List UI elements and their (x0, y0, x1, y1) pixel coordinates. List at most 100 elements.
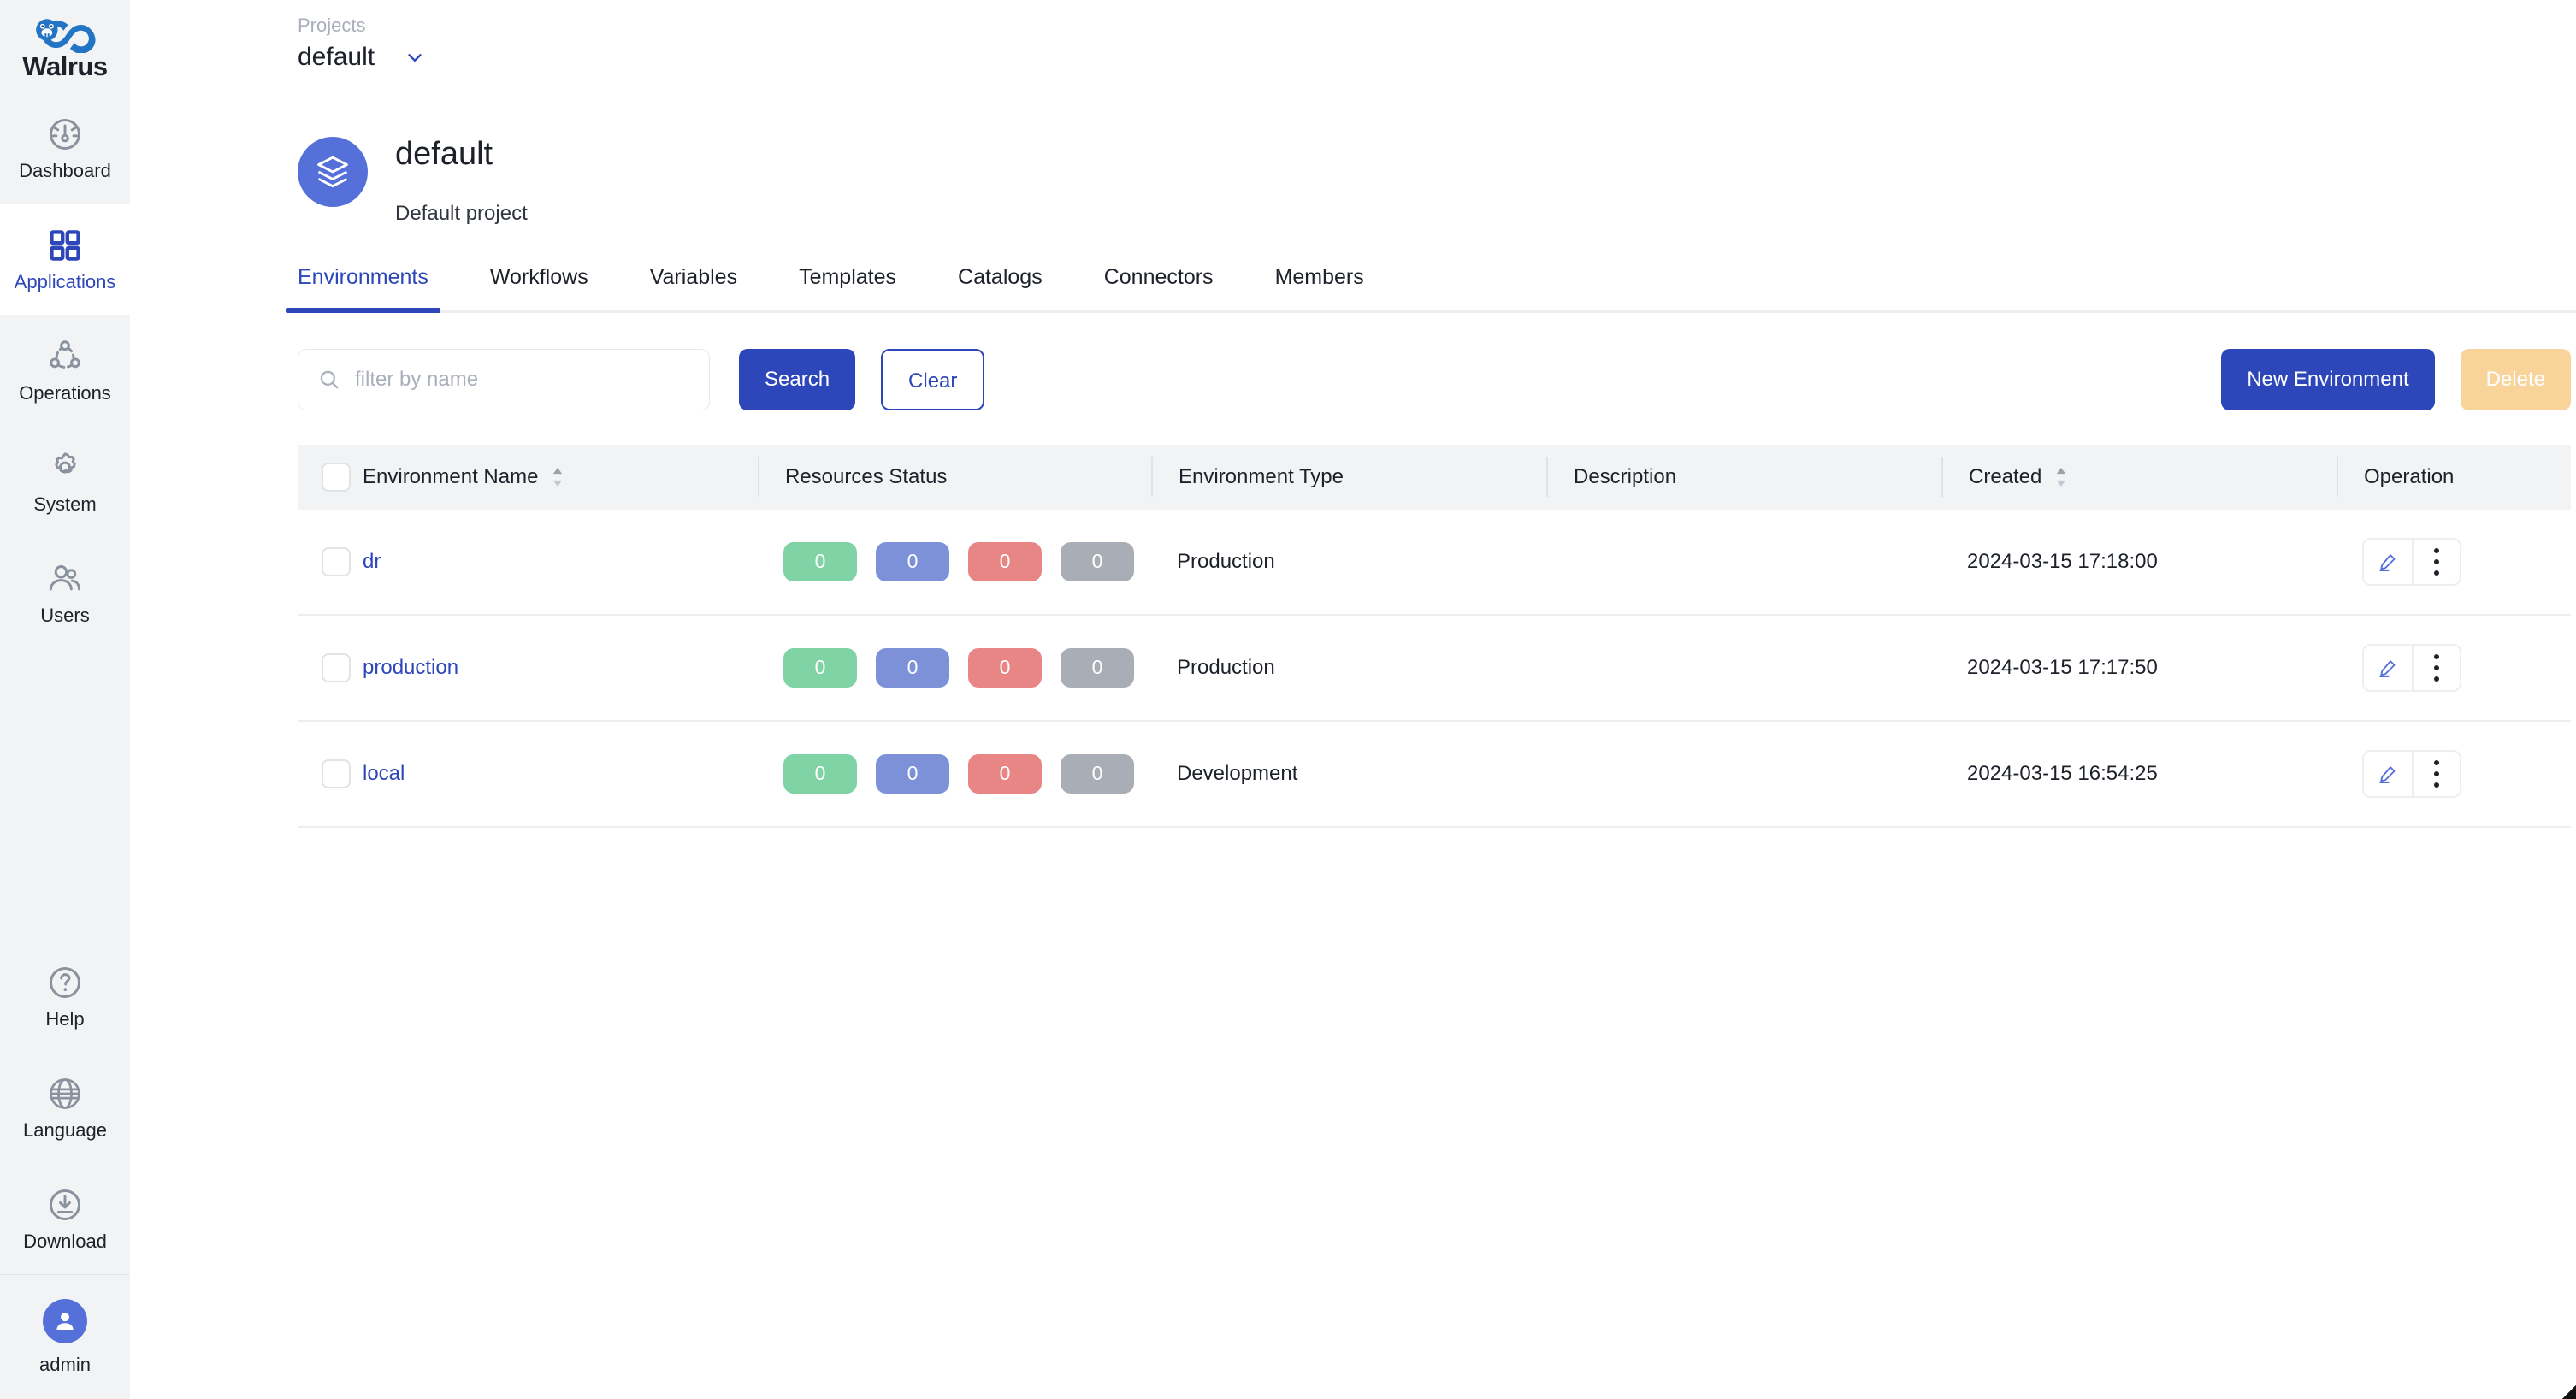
sidebar-item-help[interactable]: Help (0, 941, 130, 1052)
gauge-icon (50, 119, 80, 150)
topbar: Projects default (130, 0, 2576, 96)
status-badge: 0 (1061, 753, 1134, 794)
sidebar-item-system[interactable]: System (0, 426, 130, 537)
column-header-label: Description (1574, 464, 1677, 488)
edit-button[interactable] (2364, 751, 2412, 796)
row-action-group (2362, 537, 2461, 586)
avatar (43, 1298, 87, 1343)
sidebar-item-label: Download (23, 1231, 107, 1252)
sidebar-item-language[interactable]: Language (0, 1052, 130, 1163)
sort-arrows-icon[interactable] (550, 466, 565, 488)
select-all-checkbox[interactable] (322, 462, 351, 492)
row-name-cell: dr (363, 550, 758, 574)
sidebar-item-label: Help (45, 1008, 85, 1030)
sidebar-item-applications[interactable]: Applications (0, 204, 130, 315)
more-vertical-icon (2434, 759, 2439, 788)
brand-logo[interactable]: Walrus (0, 0, 130, 92)
more-actions-button[interactable] (2412, 645, 2460, 690)
globe-icon (50, 1078, 80, 1109)
status-badge: 0 (783, 541, 857, 581)
environment-type: Development (1177, 761, 1298, 785)
delete-button[interactable]: Delete (2460, 348, 2571, 410)
column-header-label: Resources Status (785, 464, 948, 488)
project-selector[interactable]: default (298, 43, 426, 72)
column-header-operation: Operation (2337, 457, 2571, 497)
status-badge: 0 (876, 541, 949, 581)
brand-name: Walrus (22, 51, 108, 81)
row-type-cell: Development (1151, 762, 1546, 786)
tab-connectors[interactable]: Connectors (1104, 265, 1214, 310)
row-created-cell: 2024-03-15 16:54:25 (1941, 762, 2337, 786)
column-header-type: Environment Type (1151, 457, 1546, 497)
nodes-icon (50, 340, 80, 369)
table-header-row: Environment Name Resources Status Enviro… (298, 444, 2571, 510)
environment-link[interactable]: dr (363, 550, 381, 574)
sidebar-item-label: Applications (14, 271, 116, 292)
column-header-label: Created (1969, 464, 2042, 488)
sidebar-bottom-nav: Help Language Download (0, 941, 130, 1274)
app-root: Walrus Dashboard Applications Operations… (0, 0, 2576, 1399)
row-operation-cell (2337, 537, 2571, 586)
tab-catalogs[interactable]: Catalogs (958, 265, 1043, 310)
toolbar: Search Clear New Environment Delete (298, 348, 2576, 410)
table-body: dr 0 0 0 0 Production 2024-03-15 17:18:0… (298, 510, 2571, 828)
environment-link[interactable]: production (363, 656, 458, 680)
edit-button[interactable] (2364, 645, 2412, 690)
column-header-status: Resources Status (758, 457, 1151, 497)
row-name-cell: local (363, 762, 758, 786)
status-badge: 0 (876, 753, 949, 794)
sort-arrows-icon[interactable] (2053, 466, 2069, 488)
table-row[interactable]: local 0 0 0 0 Development 2024-03-15 16:… (298, 722, 2571, 828)
resource-status-badges: 0 0 0 0 (783, 541, 1134, 581)
more-actions-button[interactable] (2412, 539, 2460, 584)
column-header-label: Environment Type (1179, 464, 1344, 488)
row-checkbox[interactable] (322, 546, 351, 576)
column-header-label: Operation (2364, 464, 2455, 488)
layers-stack-icon (317, 156, 348, 188)
tab-variables[interactable]: Variables (650, 265, 737, 310)
grid-squares-icon (50, 230, 80, 261)
search-button[interactable]: Search (739, 348, 856, 410)
new-environment-button[interactable]: New Environment (2221, 348, 2435, 410)
search-box[interactable] (298, 348, 710, 410)
sidebar-item-operations[interactable]: Operations (0, 315, 130, 426)
row-name-cell: production (363, 656, 758, 680)
status-badge: 0 (968, 753, 1042, 794)
sidebar-user[interactable]: admin (0, 1274, 130, 1399)
environment-link[interactable]: local (363, 762, 405, 786)
edit-button[interactable] (2364, 539, 2412, 584)
row-operation-cell (2337, 749, 2571, 798)
environment-type: Production (1177, 655, 1275, 679)
table-row[interactable]: production 0 0 0 0 Production 2024-03-15… (298, 616, 2571, 722)
clear-button[interactable]: Clear (881, 348, 985, 410)
tab-members[interactable]: Members (1275, 265, 1364, 310)
row-checkbox[interactable] (322, 652, 351, 682)
row-status-cell: 0 0 0 0 (758, 541, 1151, 581)
search-icon (320, 370, 339, 389)
sidebar-item-download[interactable]: Download (0, 1163, 130, 1274)
row-action-group (2362, 643, 2461, 692)
column-header-label: Environment Name (363, 464, 539, 488)
sidebar: Walrus Dashboard Applications Operations… (0, 0, 130, 1399)
sidebar-item-users[interactable]: Users (0, 537, 130, 648)
row-checkbox[interactable] (322, 759, 351, 788)
tab-templates[interactable]: Templates (799, 265, 896, 310)
sidebar-item-label: Operations (19, 382, 111, 404)
tab-environments[interactable]: Environments (286, 265, 440, 313)
search-input[interactable] (355, 349, 690, 410)
row-operation-cell (2337, 643, 2571, 692)
select-all-cell (298, 462, 363, 492)
row-action-group (2362, 749, 2461, 798)
tab-workflows[interactable]: Workflows (490, 265, 588, 310)
more-vertical-icon (2434, 547, 2439, 576)
page-title: default (395, 136, 493, 172)
more-actions-button[interactable] (2412, 751, 2460, 796)
user-avatar-icon (56, 1312, 74, 1330)
users-icon (50, 565, 80, 591)
table-row[interactable]: dr 0 0 0 0 Production 2024-03-15 17:18:0… (298, 510, 2571, 616)
window-resize-handle[interactable] (2562, 1385, 2576, 1399)
column-header-created[interactable]: Created (1941, 457, 2337, 497)
row-type-cell: Production (1151, 550, 1546, 574)
column-header-name[interactable]: Environment Name (363, 465, 758, 489)
sidebar-item-dashboard[interactable]: Dashboard (0, 92, 130, 204)
